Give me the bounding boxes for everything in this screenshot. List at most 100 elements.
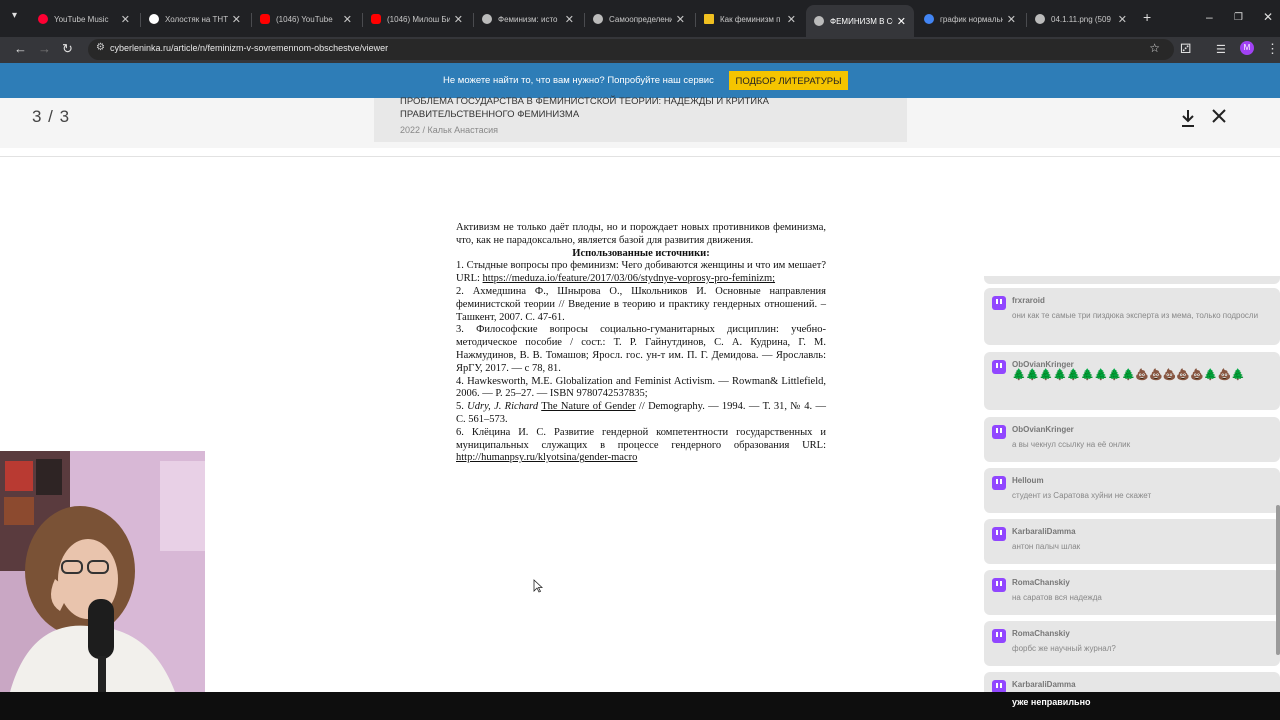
source-item: 5. Udry, J. Richard The Nature of Gender… — [456, 401, 826, 427]
profile-avatar[interactable]: M — [1240, 41, 1254, 55]
chat-emotes: 🌲🌲🌲🌲🌲🌲🌲🌲🌲💩💩💩💩💩🌲💩🌲 — [1012, 369, 1245, 381]
source-item: 3. Философские вопросы социально-гуманит… — [456, 324, 826, 374]
tab-title: Как феминизм п — [720, 14, 781, 24]
chat-message: ObOvianKringer 🌲🌲🌲🌲🌲🌲🌲🌲🌲💩💩💩💩💩🌲💩🌲 — [984, 352, 1280, 410]
tab-close-icon[interactable]: ✕ — [787, 13, 796, 26]
tab-close-icon[interactable]: ✕ — [1007, 13, 1016, 26]
webcam-overlay — [0, 451, 205, 692]
bookmark-star-icon[interactable]: ☆ — [1149, 41, 1160, 55]
tab-youtube-music[interactable]: YouTube Music ✕ — [30, 5, 138, 33]
promo-banner: Не можете найти то, что вам нужно? Попро… — [0, 63, 1280, 98]
cyberleninka-icon — [482, 14, 492, 24]
menu-icon[interactable]: ⋮ — [1266, 41, 1279, 57]
twitch-icon — [992, 360, 1006, 374]
chat-text: антон палыч шлак — [1012, 542, 1081, 551]
chat-username: RomaChanskiy — [1012, 629, 1070, 638]
tab-normal-chart[interactable]: график нормальн ✕ — [916, 5, 1024, 33]
chat-text: они как те самые три пиздюка эксперта из… — [1012, 311, 1259, 320]
source-link[interactable]: http://humanpsy.ru/klyotsina/gender-macr… — [456, 452, 637, 463]
literature-search-button[interactable]: ПОДБОР ЛИТЕРАТУРЫ — [729, 71, 848, 90]
stream-caption: уже неправильно — [1012, 697, 1091, 707]
tab-close-icon[interactable]: ✕ — [454, 13, 463, 26]
source-item: 2. Ахмедшина Ф., Шнырова О., Школьников … — [456, 285, 826, 323]
chat-message: Helloum студент из Саратова хуйни не ска… — [984, 468, 1280, 513]
tab-close-icon[interactable]: ✕ — [343, 13, 352, 26]
tab-close-icon[interactable]: ✕ — [897, 15, 906, 28]
download-icon[interactable] — [1180, 108, 1196, 128]
tab-png-image[interactable]: 04.1.11.png (509 ✕ — [1027, 5, 1135, 33]
tab-close-icon[interactable]: ✕ — [121, 13, 130, 26]
tab-how-feminism[interactable]: Как феминизм п ✕ — [696, 5, 804, 33]
tab-search-icon[interactable]: ▾ — [12, 10, 17, 21]
site-info-icon[interactable]: ⚙ — [96, 42, 105, 53]
google-icon — [924, 14, 934, 24]
url-text[interactable]: cyberleninka.ru/article/n/feminizm-v-sov… — [110, 43, 388, 53]
youtube-music-icon — [38, 14, 48, 24]
forward-icon[interactable]: → — [38, 41, 51, 56]
extensions-icon[interactable]: ⚂ — [1180, 41, 1191, 57]
cyberleninka-icon — [814, 16, 824, 26]
twitch-icon — [992, 425, 1006, 439]
media-icon[interactable]: ☰ — [1216, 43, 1226, 56]
chat-username: ObOvianKringer — [1012, 425, 1074, 434]
source-text: 6. Клёцина И. С. Развитие гендерной комп… — [456, 426, 826, 451]
cyberleninka-icon — [593, 14, 603, 24]
tab-feminism-active[interactable]: ФЕМИНИЗМ В СС ✕ — [806, 5, 914, 37]
related-article-title[interactable]: ПРОБЛЕМА ГОСУДАРСТВА В ФЕМИНИСТСКОЙ ТЕОР… — [400, 95, 840, 121]
minimize-icon[interactable]: – — [1206, 10, 1213, 24]
source-item: 6. Клёцина И. С. Развитие гендерной комп… — [456, 427, 826, 465]
reload-icon[interactable]: ↻ — [62, 41, 73, 57]
tab-feminism-history[interactable]: Феминизм: исто ✕ — [474, 5, 582, 33]
chat-message: KarbaraliDamma антон палыч шлак — [984, 519, 1280, 564]
tab-close-icon[interactable]: ✕ — [676, 13, 685, 26]
chat-text: а вы чекнул ссылку на её онлик — [1012, 440, 1131, 449]
globe-icon — [1035, 14, 1045, 24]
page-scrollbar[interactable] — [1276, 505, 1280, 655]
tab-title: YouTube Music — [54, 14, 109, 24]
close-window-icon[interactable]: ✕ — [1263, 10, 1273, 24]
source-link[interactable]: https://meduza.io/feature/2017/03/06/sty… — [483, 273, 775, 284]
mouse-cursor-icon — [533, 579, 543, 593]
address-bar[interactable]: ⚙ cyberleninka.ru/article/n/feminizm-v-s… — [88, 39, 1174, 60]
tab-title: график нормальн — [940, 14, 1003, 24]
new-tab-icon[interactable]: + — [1143, 9, 1151, 25]
tab-self-determination[interactable]: Самоопределени ✕ — [585, 5, 693, 33]
tab-close-icon[interactable]: ✕ — [232, 13, 241, 26]
chat-message: RomaChanskiy форбс же научный журнал? — [984, 621, 1280, 666]
tab-holostyak[interactable]: Холостяк на ТНТ ✕ — [141, 5, 249, 33]
related-article-meta: 2022 / Кальк Анастасия — [400, 125, 499, 135]
youtube-icon — [371, 14, 381, 24]
twitch-icon — [992, 527, 1006, 541]
chat-username: RomaChanskiy — [1012, 578, 1070, 587]
tab-close-icon[interactable]: ✕ — [565, 13, 574, 26]
chat-message: frxraroid они как те самые три пиздюка э… — [984, 288, 1280, 345]
sources-heading: Использованные источники: — [572, 247, 710, 259]
source-number: 5. — [456, 401, 468, 413]
banner-text: Не можете найти то, что вам нужно? Попро… — [443, 75, 714, 86]
youtube-icon — [260, 14, 270, 24]
source-item: 4. Hawkesworth, M.E. Globalization and F… — [456, 375, 826, 400]
streamer-webcam-image — [0, 451, 205, 692]
restore-icon[interactable]: ❐ — [1234, 12, 1243, 23]
tab-title: ФЕМИНИЗМ В СС — [830, 16, 893, 26]
tab-close-icon[interactable]: ✕ — [1118, 13, 1127, 26]
tab-youtube-milosh[interactable]: (1046) Милош Би ✕ — [363, 5, 471, 33]
source-title: The Nature of Gender — [541, 401, 636, 413]
twitch-icon — [992, 629, 1006, 643]
browser-tab-strip: ▾ YouTube Music ✕ Холостяк на ТНТ ✕ (104… — [0, 0, 1280, 37]
chat-top-edge — [984, 276, 1280, 284]
twitch-icon — [992, 296, 1006, 310]
chat-text: на саратов вся надежда — [1012, 593, 1102, 602]
close-viewer-icon[interactable] — [1211, 108, 1227, 124]
back-icon[interactable]: ← — [14, 41, 27, 56]
related-article-card[interactable]: ПРОБЛЕМА ГОСУДАРСТВА В ФЕМИНИСТСКОЙ ТЕОР… — [374, 95, 907, 142]
browser-toolbar: ← → ↻ ⚙ cyberleninka.ru/article/n/femini… — [0, 37, 1280, 63]
chat-username: KarbaraliDamma — [1012, 680, 1076, 689]
tab-youtube[interactable]: (1046) YouTube ✕ — [252, 5, 360, 33]
chat-username: Helloum — [1012, 476, 1044, 485]
page-indicator: 3 / 3 — [32, 107, 71, 126]
tab-title: Самоопределени — [609, 14, 672, 24]
twitch-icon — [992, 578, 1006, 592]
chat-text: студент из Саратова хуйни не скажет — [1012, 491, 1152, 500]
twitch-icon — [992, 476, 1006, 490]
